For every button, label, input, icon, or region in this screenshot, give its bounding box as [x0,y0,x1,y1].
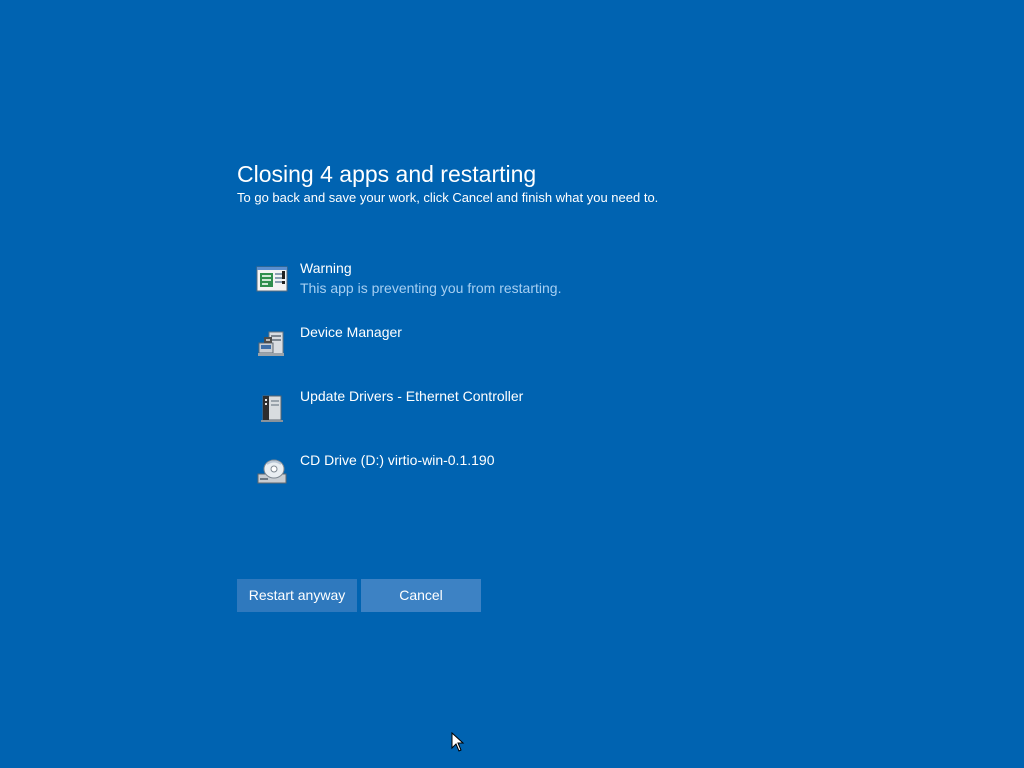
app-name: Device Manager [300,324,402,340]
list-item-cd-drive: CD Drive (D:) virtio-win-0.1.190 [237,450,797,514]
mouse-pointer-icon [451,731,465,752]
update-drivers-icon [255,390,289,424]
list-item-update-drivers: Update Drivers - Ethernet Controller [237,386,797,450]
cancel-button[interactable]: Cancel [361,579,481,612]
dialog-content: Closing 4 apps and restarting To go back… [237,158,797,514]
device-manager-icon [255,326,289,360]
list-item-warning: Warning This app is preventing you from … [237,258,797,322]
list-item-device-manager: Device Manager [237,322,797,386]
dialog-subtitle: To go back and save your work, click Can… [237,190,659,205]
app-status: This app is preventing you from restarti… [300,280,562,296]
restart-anyway-button[interactable]: Restart anyway [237,579,357,612]
warning-app-icon [255,262,289,296]
app-name: Update Drivers - Ethernet Controller [300,388,524,404]
blocking-app-list: Warning This app is preventing you from … [237,258,797,514]
app-name: CD Drive (D:) virtio-win-0.1.190 [300,452,495,468]
shutdown-blocker-screen: Closing 4 apps and restarting To go back… [0,0,1024,768]
app-name: Warning [300,260,352,276]
cd-drive-icon [255,454,289,488]
dialog-title: Closing 4 apps and restarting [237,161,537,187]
